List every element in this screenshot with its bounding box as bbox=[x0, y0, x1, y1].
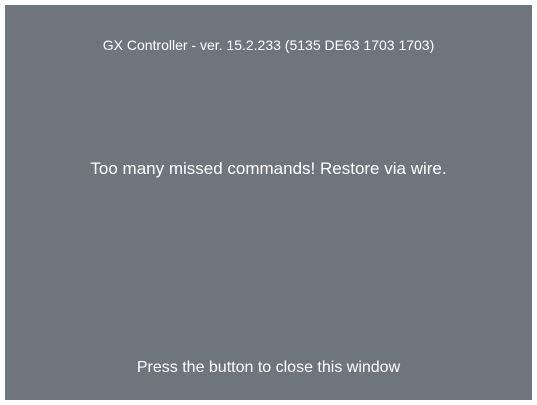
window-title: GX Controller - ver. 15.2.233 (5135 DE63… bbox=[102, 37, 435, 53]
error-message: Too many missed commands! Restore via wi… bbox=[90, 159, 447, 178]
close-instruction: Press the button to close this window bbox=[136, 359, 401, 376]
controller-window[interactable]: GX Controller - ver. 15.2.233 (5135 DE63… bbox=[5, 5, 532, 400]
